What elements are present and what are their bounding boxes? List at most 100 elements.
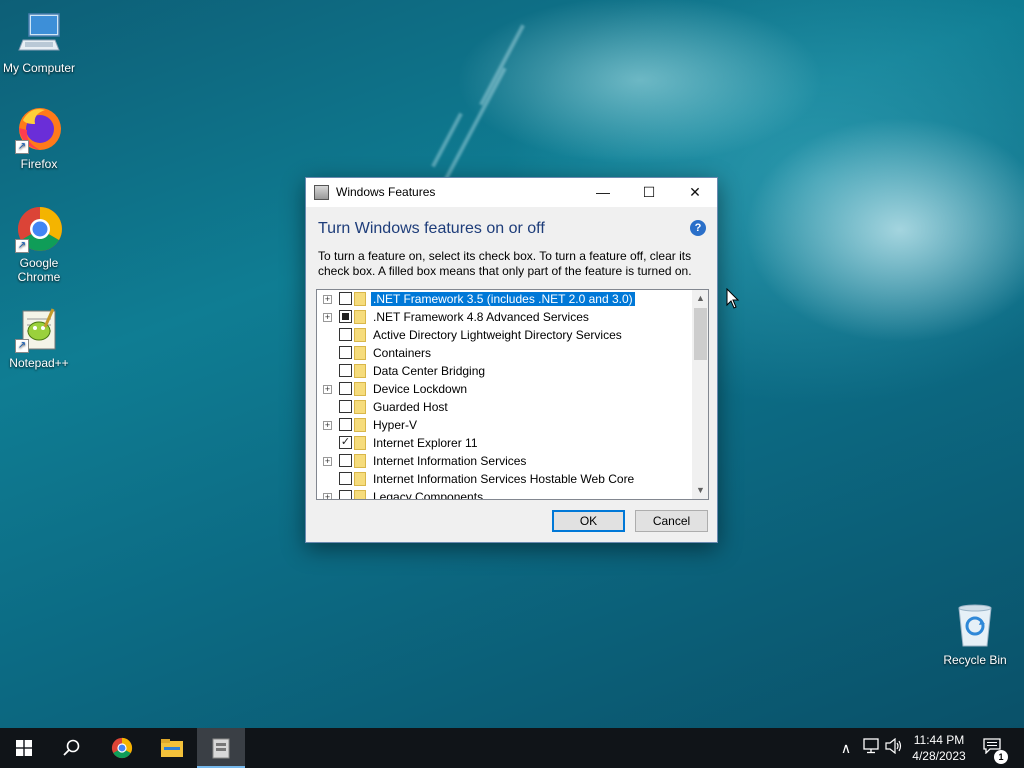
feature-checkbox[interactable] bbox=[339, 400, 352, 413]
desktop-icon-google-chrome[interactable]: ↗ Google Chrome bbox=[0, 205, 79, 284]
network-icon[interactable] bbox=[861, 738, 881, 758]
taskbar-file-explorer[interactable] bbox=[148, 728, 196, 768]
desktop-icon-notepadpp[interactable]: ↗ Notepad++ bbox=[0, 305, 79, 370]
expand-plus-icon[interactable]: + bbox=[323, 313, 332, 322]
folder-icon bbox=[354, 472, 366, 486]
windows-features-app-icon bbox=[212, 738, 230, 759]
feature-row[interactable]: Data Center Bridging bbox=[317, 362, 689, 380]
desktop-icon-my-computer[interactable]: My Computer bbox=[0, 10, 79, 75]
feature-checkbox[interactable] bbox=[339, 310, 352, 323]
show-hidden-icons-chevron-icon[interactable]: ∧ bbox=[836, 738, 856, 758]
feature-row[interactable]: + .NET Framework 4.8 Advanced Services bbox=[317, 308, 689, 326]
minimize-icon: — bbox=[596, 184, 610, 200]
feature-row[interactable]: + Internet Information Services bbox=[317, 452, 689, 470]
feature-label: .NET Framework 3.5 (includes .NET 2.0 an… bbox=[371, 292, 635, 306]
folder-icon bbox=[354, 364, 366, 378]
feature-row[interactable]: + Legacy Components bbox=[317, 488, 689, 499]
dialog-description: To turn a feature on, select its check b… bbox=[318, 249, 692, 278]
feature-checkbox[interactable] bbox=[339, 382, 352, 395]
computer-icon bbox=[15, 10, 63, 58]
expand-plus-icon[interactable]: + bbox=[323, 295, 332, 304]
search-icon bbox=[63, 739, 80, 756]
notification-count-badge: 1 bbox=[994, 750, 1008, 764]
feature-checkbox[interactable] bbox=[339, 328, 352, 341]
shortcut-arrow-icon: ↗ bbox=[15, 140, 29, 154]
feature-row[interactable]: + .NET Framework 3.5 (includes .NET 2.0 a… bbox=[317, 290, 689, 308]
feature-label: Active Directory Lightweight Directory S… bbox=[373, 328, 622, 342]
light-ray bbox=[479, 24, 525, 106]
desktop-icon-label: Google Chrome bbox=[17, 256, 61, 284]
expand-plus-icon[interactable]: + bbox=[323, 421, 332, 430]
scroll-down-icon[interactable]: ▼ bbox=[692, 482, 708, 499]
feature-row[interactable]: Internet Information Services Hostable W… bbox=[317, 470, 689, 488]
folder-icon bbox=[354, 436, 366, 450]
feature-checkbox[interactable] bbox=[339, 454, 352, 467]
folder-icon bbox=[354, 490, 366, 499]
taskbar-clock[interactable]: 11:44 PM 4/28/2023 bbox=[900, 732, 978, 764]
help-icon[interactable]: ? bbox=[690, 220, 706, 236]
feature-label: Guarded Host bbox=[373, 400, 448, 414]
desktop-icon-label: Recycle Bin bbox=[943, 653, 1007, 667]
feature-row[interactable]: + Hyper-V bbox=[317, 416, 689, 434]
start-button[interactable] bbox=[0, 728, 48, 768]
maximize-icon: ☐ bbox=[642, 184, 656, 200]
folder-icon bbox=[354, 382, 366, 396]
folder-icon bbox=[354, 346, 366, 360]
minimize-button[interactable]: — bbox=[580, 178, 626, 207]
feature-label: Hyper-V bbox=[373, 418, 418, 432]
light-ray bbox=[437, 67, 507, 193]
feature-checkbox[interactable] bbox=[339, 346, 352, 359]
feature-checkbox[interactable]: ✓ bbox=[339, 436, 352, 449]
desktop-icon-recycle-bin[interactable]: Recycle Bin bbox=[935, 602, 1015, 667]
feature-checkbox[interactable] bbox=[339, 472, 352, 485]
desktop-icon-label: Notepad++ bbox=[9, 356, 69, 370]
feature-row[interactable]: Guarded Host bbox=[317, 398, 689, 416]
feature-checkbox[interactable] bbox=[339, 418, 352, 431]
feature-checkbox[interactable] bbox=[339, 490, 352, 499]
chrome-icon: ↗ bbox=[15, 205, 63, 253]
close-button[interactable]: ✕ bbox=[672, 178, 718, 207]
feature-checkbox[interactable] bbox=[339, 292, 352, 305]
window-title: Windows Features bbox=[336, 185, 436, 199]
desktop-icon-label: My Computer bbox=[2, 61, 76, 75]
firefox-icon: ↗ bbox=[15, 106, 63, 154]
title-bar[interactable]: Windows Features — ☐ ✕ bbox=[306, 178, 717, 207]
maximize-button[interactable]: ☐ bbox=[626, 178, 672, 207]
taskbar-chrome[interactable] bbox=[98, 728, 146, 768]
feature-row[interactable]: ✓ Internet Explorer 11 bbox=[317, 434, 689, 452]
shortcut-arrow-icon: ↗ bbox=[15, 339, 29, 353]
scroll-thumb[interactable] bbox=[694, 308, 707, 360]
notepadpp-icon: ↗ bbox=[15, 305, 63, 353]
folder-icon bbox=[354, 292, 366, 306]
feature-label: .NET Framework 4.8 Advanced Services bbox=[373, 310, 589, 324]
expand-plus-icon[interactable]: + bbox=[323, 493, 332, 499]
windows-features-dialog: Windows Features — ☐ ✕ Turn Windows feat… bbox=[305, 177, 718, 543]
expand-plus-icon[interactable]: + bbox=[323, 457, 332, 466]
feature-row[interactable]: Containers bbox=[317, 344, 689, 362]
feature-label: Containers bbox=[373, 346, 432, 360]
search-button[interactable] bbox=[48, 728, 96, 768]
clock-date: 4/28/2023 bbox=[912, 749, 966, 763]
recycle-bin-icon bbox=[951, 602, 999, 650]
feature-label: Internet Information Services Hostable W… bbox=[373, 472, 635, 486]
folder-icon bbox=[354, 454, 366, 468]
feature-row[interactable]: Active Directory Lightweight Directory S… bbox=[317, 326, 689, 344]
desktop-icon-firefox[interactable]: ↗ Firefox bbox=[0, 106, 79, 171]
expand-plus-icon[interactable]: + bbox=[323, 385, 332, 394]
features-tree[interactable]: + .NET Framework 3.5 (includes .NET 2.0 a… bbox=[316, 289, 709, 500]
ok-button[interactable]: OK bbox=[552, 510, 625, 532]
feature-row[interactable]: + Device Lockdown bbox=[317, 380, 689, 398]
folder-icon bbox=[354, 400, 366, 414]
clock-time: 11:44 PM bbox=[913, 733, 965, 747]
scroll-up-icon[interactable]: ▲ bbox=[692, 290, 708, 307]
close-icon: ✕ bbox=[689, 184, 701, 200]
vertical-scrollbar[interactable]: ▲ ▼ bbox=[692, 290, 708, 499]
feature-checkbox[interactable] bbox=[339, 364, 352, 377]
folder-icon bbox=[161, 739, 183, 757]
feature-label: Device Lockdown bbox=[373, 382, 468, 396]
cancel-button[interactable]: Cancel bbox=[635, 510, 708, 532]
taskbar-windows-features[interactable] bbox=[197, 728, 245, 768]
folder-icon bbox=[354, 418, 366, 432]
dialog-heading: Turn Windows features on or off bbox=[318, 220, 545, 237]
windows-features-app-icon bbox=[314, 185, 329, 200]
